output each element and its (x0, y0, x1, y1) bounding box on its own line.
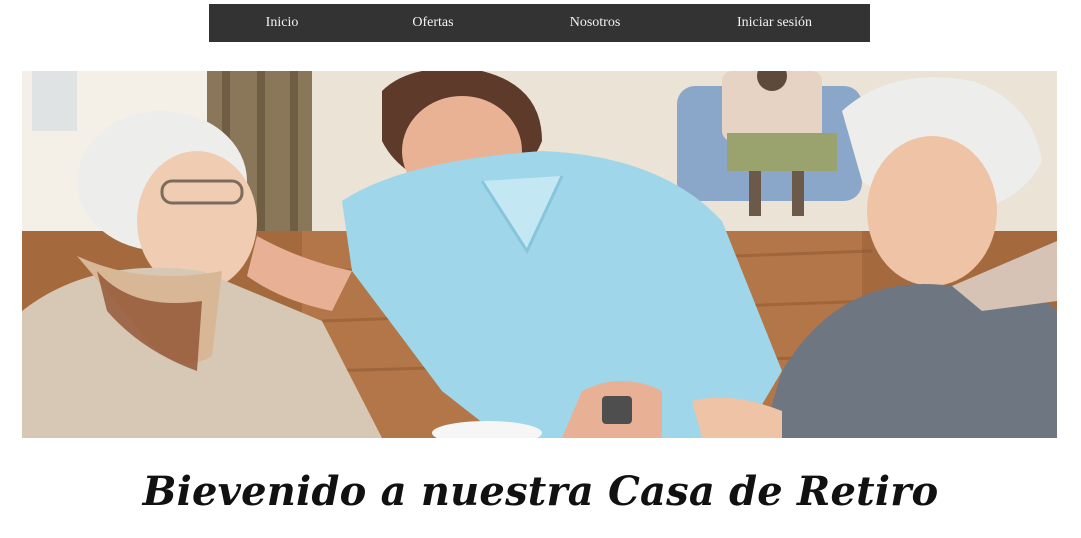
hero-image (22, 71, 1057, 438)
nav-link-iniciar-sesion[interactable]: Iniciar sesión (679, 4, 870, 42)
welcome-heading: Bievenido a nuestra Casa de Retiro (142, 468, 939, 515)
hero-photo-illustration (22, 71, 1057, 438)
top-navigation-bar: Inicio Ofertas Nosotros Iniciar sesión (209, 4, 870, 42)
nav-link-nosotros[interactable]: Nosotros (511, 4, 679, 42)
nav-link-ofertas[interactable]: Ofertas (355, 4, 511, 42)
nav-link-inicio[interactable]: Inicio (209, 4, 355, 42)
